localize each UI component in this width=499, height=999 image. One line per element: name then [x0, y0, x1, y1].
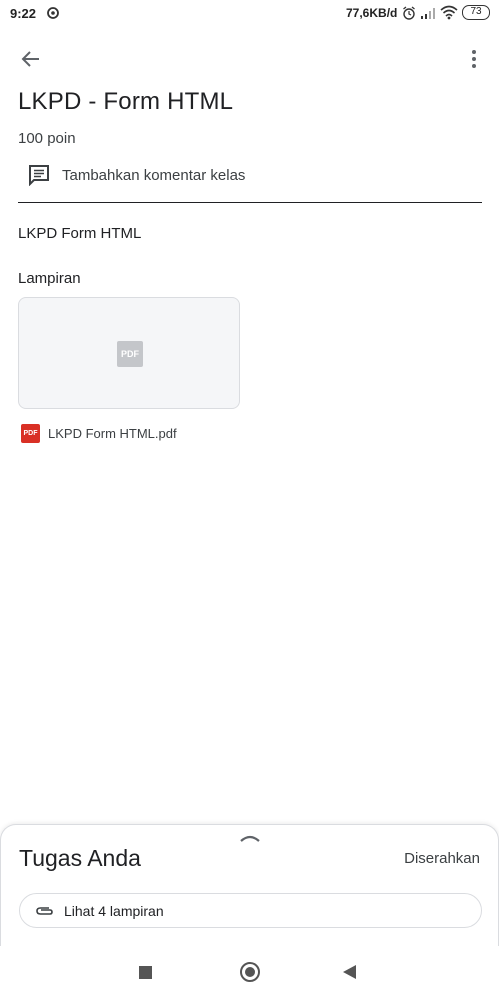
system-back-button[interactable] — [343, 965, 356, 979]
notification-app-icon — [47, 7, 59, 19]
more-vert-icon — [472, 50, 476, 68]
battery-icon: 73 — [462, 5, 490, 20]
paperclip-icon — [36, 907, 53, 915]
arrow-back-icon — [21, 51, 39, 67]
system-navigation-bar — [0, 946, 499, 999]
view-attachments-label: Lihat 4 lampiran — [64, 903, 164, 919]
attachment-file-name: LKPD Form HTML.pdf — [48, 426, 177, 441]
add-class-comment[interactable]: Tambahkan komentar kelas — [18, 158, 482, 203]
submission-status: Diserahkan — [404, 850, 480, 867]
status-time: 9:22 — [10, 6, 37, 21]
attachments-heading: Lampiran — [18, 270, 81, 287]
alarm-icon — [403, 6, 415, 20]
network-speed: 77,6KB/d — [346, 6, 398, 20]
status-bar: 9:22 77,6KB/d 73 — [0, 0, 499, 28]
view-attachments-button[interactable]: Lihat 4 lampiran — [19, 893, 482, 928]
recents-button[interactable] — [139, 966, 152, 979]
page-title: LKPD - Form HTML — [18, 88, 234, 115]
pdf-file-icon: PDF — [21, 424, 40, 443]
assignment-description: LKPD Form HTML — [18, 225, 142, 242]
add-class-comment-label: Tambahkan komentar kelas — [62, 167, 246, 184]
wifi-icon — [440, 5, 458, 20]
comment-icon — [29, 165, 49, 186]
assignment-points: 100 poin — [18, 130, 76, 147]
more-options-button[interactable] — [462, 44, 486, 74]
pdf-icon: PDF — [117, 341, 143, 367]
your-work-sheet[interactable]: Tugas Anda Diserahkan Lihat 4 lampiran — [0, 824, 499, 946]
attachment-thumbnail[interactable]: PDF — [18, 297, 240, 409]
chevron-up-icon[interactable] — [239, 833, 261, 843]
your-work-title: Tugas Anda — [19, 845, 141, 871]
back-button[interactable] — [16, 44, 46, 74]
signal-icon — [421, 8, 435, 19]
home-button[interactable] — [240, 962, 260, 982]
